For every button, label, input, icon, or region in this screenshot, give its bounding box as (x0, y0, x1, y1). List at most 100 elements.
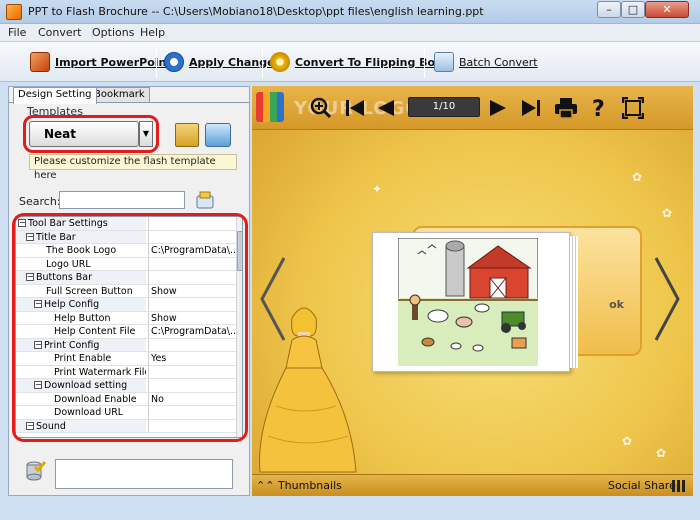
menu-convert[interactable]: Convert (38, 26, 82, 39)
expand-toggle-icon[interactable]: − (34, 300, 42, 308)
property-value[interactable] (148, 271, 236, 284)
social-share-button[interactable]: Social Share (608, 479, 676, 492)
toolbar-separator (424, 46, 425, 78)
property-value[interactable] (148, 419, 236, 433)
page-indicator[interactable]: 1/10 (408, 97, 480, 117)
property-row[interactable]: Print Watermark File (16, 365, 236, 379)
thumbnails-button[interactable]: ⌃⌃ Thumbnails (256, 479, 342, 492)
property-row[interactable]: − Buttons Bar (16, 271, 236, 285)
menu-options[interactable]: Options (92, 26, 134, 39)
property-row[interactable]: Print Enable Yes (16, 352, 236, 366)
property-row[interactable]: − Tool Bar Settings (16, 217, 236, 231)
fullscreen-icon[interactable] (622, 97, 644, 119)
property-value[interactable]: No (148, 392, 236, 406)
search-input[interactable] (59, 191, 185, 209)
previous-page-icon[interactable] (376, 98, 396, 118)
property-row[interactable]: − Sound (16, 419, 236, 433)
expand-toggle-icon[interactable]: − (26, 273, 34, 281)
zoom-in-icon[interactable] (310, 97, 332, 119)
princess-illustration (259, 307, 357, 473)
expand-toggle-icon[interactable]: − (34, 340, 42, 349)
property-name: Full Screen Button (16, 285, 146, 298)
search-icon[interactable] (195, 190, 215, 210)
property-value[interactable] (148, 298, 236, 311)
batch-convert-icon (434, 52, 454, 72)
property-name-text: Download Enable (54, 393, 137, 405)
import-powerpoint-label: Import PowerPoint (55, 55, 172, 69)
minimize-button[interactable]: – (597, 1, 621, 18)
farm-illustration (398, 238, 538, 366)
batch-convert-label: Batch Convert (459, 55, 538, 69)
scrollbar-thumb[interactable] (237, 231, 242, 271)
property-value[interactable]: Show (148, 284, 236, 298)
property-name-text: Help Config (44, 299, 100, 310)
property-name: − Help Config (16, 298, 146, 311)
first-page-icon[interactable] (344, 98, 366, 118)
property-row[interactable]: Full Screen Button Show (16, 284, 236, 298)
tab-bookmark[interactable]: Bookmark (89, 87, 150, 103)
property-grid: − Tool Bar Settings − Title Bar The Book Log… (15, 216, 243, 438)
logo-image (256, 92, 284, 122)
property-row[interactable]: Download URL (16, 406, 236, 420)
expand-toggle-icon[interactable]: − (34, 381, 42, 389)
tab-design-setting[interactable]: Design Setting (13, 87, 97, 104)
property-value[interactable]: C:\ProgramData\... (148, 325, 236, 338)
property-name: Logo URL (16, 258, 146, 271)
property-value[interactable] (148, 406, 236, 419)
property-name-text: Download URL (54, 407, 124, 418)
property-row[interactable]: Help Button Show (16, 311, 236, 325)
property-row[interactable]: The Book Logo C:\ProgramData\... (16, 244, 236, 258)
batch-convert-button[interactable]: Batch Convert (434, 48, 538, 76)
property-name-text: Title Bar (36, 231, 76, 243)
expand-toggle-icon[interactable]: − (18, 219, 26, 227)
last-page-icon[interactable] (520, 98, 542, 118)
property-row[interactable]: Help Content File C:\ProgramData\... (16, 325, 236, 339)
next-page-icon[interactable] (488, 98, 508, 118)
property-value[interactable]: Yes (148, 352, 236, 365)
property-scrollbar[interactable] (236, 217, 242, 437)
menu-file[interactable]: File (8, 26, 26, 39)
property-value[interactable]: Show (148, 311, 236, 325)
apply-change-button[interactable]: Apply Change (164, 48, 275, 76)
property-row[interactable]: − Title Bar (16, 230, 236, 244)
property-name-text: The Book Logo (46, 245, 117, 256)
sparkle-decoration: ✿ (656, 446, 667, 460)
menu-help[interactable]: Help (140, 26, 165, 39)
property-name-text: Print Enable (54, 353, 112, 364)
property-value[interactable] (148, 257, 236, 271)
maximize-button[interactable]: □ (621, 1, 645, 18)
property-name: − Title Bar (16, 230, 146, 244)
property-row[interactable]: − Print Config (16, 338, 236, 352)
property-row[interactable]: − Help Config (16, 298, 236, 312)
main-toolbar: Import PowerPoint Apply Change Convert T… (0, 42, 700, 82)
property-value[interactable] (148, 338, 236, 352)
property-value[interactable] (148, 217, 236, 230)
import-powerpoint-icon (30, 52, 50, 72)
property-row[interactable]: − Download setting (16, 379, 236, 393)
property-row[interactable]: Logo URL (16, 257, 236, 271)
close-button[interactable]: ✕ (645, 1, 689, 18)
database-check-icon (26, 461, 47, 481)
convert-flipping-book-label: Convert To Flipping Book (295, 55, 450, 69)
property-value[interactable] (148, 230, 236, 244)
property-value[interactable]: C:\ProgramData\... (148, 244, 236, 257)
social-share-grid-icon[interactable] (672, 480, 685, 492)
load-template-icon[interactable] (205, 123, 231, 147)
flip-next-arrow-icon[interactable] (652, 254, 682, 344)
help-icon[interactable]: ? (590, 96, 608, 120)
property-value[interactable] (148, 365, 236, 379)
convert-flipping-book-button[interactable]: Convert To Flipping Book (270, 48, 450, 76)
print-icon[interactable] (554, 97, 578, 119)
property-row[interactable]: Download Enable No (16, 392, 236, 406)
property-name: − Tool Bar Settings (16, 217, 146, 230)
expand-toggle-icon[interactable]: − (26, 232, 34, 241)
expand-toggle-icon[interactable]: − (26, 421, 34, 430)
toolbar-separator (156, 46, 157, 78)
property-value[interactable] (148, 379, 236, 392)
property-name: Print Enable (16, 352, 146, 365)
template-highlight-ring (23, 115, 159, 153)
menu-bar: File Convert Options Help (0, 24, 700, 42)
save-template-icon[interactable] (175, 123, 199, 147)
import-powerpoint-button[interactable]: Import PowerPoint (30, 48, 172, 76)
sparkle-decoration: ✿ (632, 170, 643, 184)
